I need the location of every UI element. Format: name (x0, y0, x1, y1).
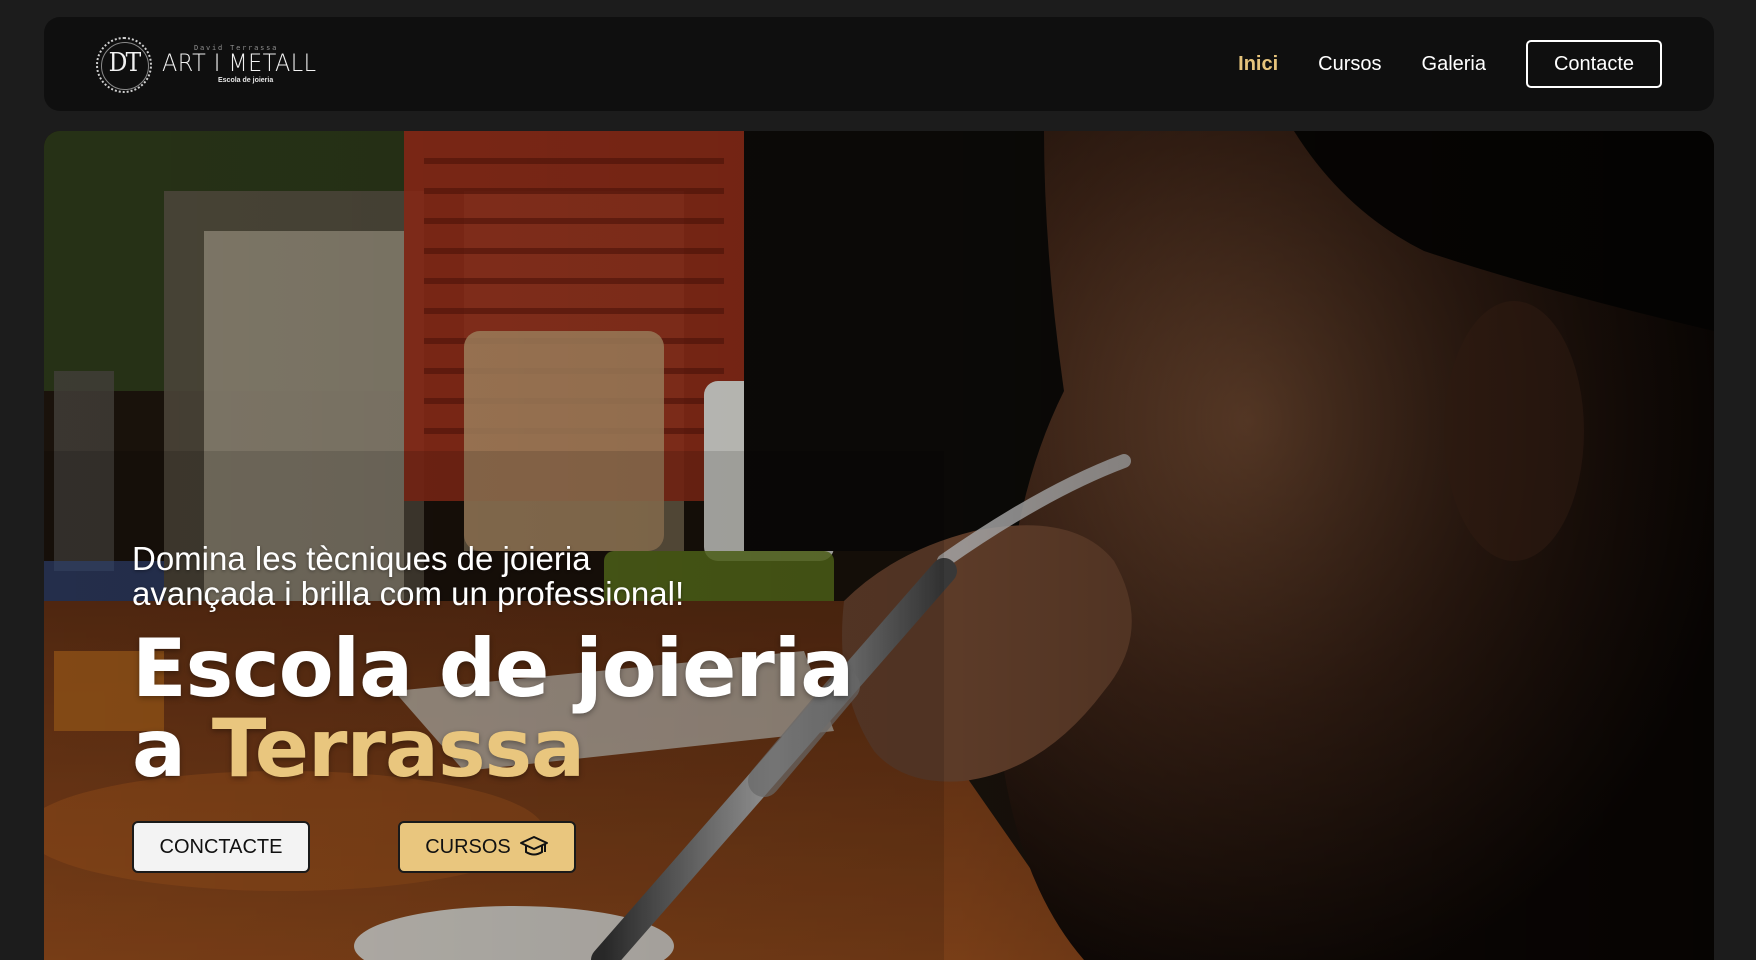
logo-name: ART I METALL (162, 49, 317, 77)
hero-tagline-line2: avançada i brilla com un professional! (132, 575, 685, 612)
hero-courses-label: CURSOS (425, 835, 511, 858)
nav-item-galeria[interactable]: Galeria (1422, 53, 1486, 76)
hero-buttons: CONCTACTE CURSOS (132, 821, 752, 873)
nav-item-inici[interactable]: Inici (1238, 53, 1278, 76)
logo-subtitle: Escola de joieria (218, 77, 274, 84)
contact-button[interactable]: Contacte (1526, 40, 1662, 88)
hero-tagline-line1: Domina les tècniques de joieria (132, 540, 591, 577)
hero-courses-button[interactable]: CURSOS (398, 821, 576, 873)
hero-section: Domina les tècniques de joieria avançada… (44, 131, 1714, 960)
hero-tagline: Domina les tècniques de joieria avançada… (132, 541, 832, 611)
hero-title-accent: Terrassa (211, 702, 585, 795)
hero-contact-button[interactable]: CONCTACTE (132, 821, 310, 873)
hero-title-prefix: a (132, 702, 212, 795)
hero-title: Escola de joieria a Terrassa (132, 629, 912, 789)
hero-contact-label: CONCTACTE (159, 835, 283, 858)
logo[interactable]: DT David Terrassa ART I METALL Escola de… (96, 35, 336, 95)
graduation-cap-icon (519, 835, 549, 859)
page: DT David Terrassa ART I METALL Escola de… (0, 0, 1756, 960)
logo-initials: DT (108, 48, 142, 78)
main-nav: Inici Cursos Galeria Contacte (1238, 40, 1662, 88)
nav-item-cursos[interactable]: Cursos (1318, 53, 1381, 76)
navbar: DT David Terrassa ART I METALL Escola de… (44, 17, 1714, 111)
hero-content: Domina les tècniques de joieria avançada… (132, 541, 912, 789)
